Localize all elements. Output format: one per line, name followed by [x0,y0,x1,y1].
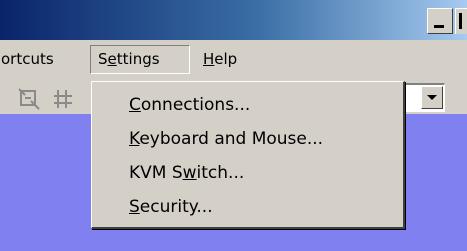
menu-settings-label-post: ttings [116,50,160,68]
menu-help-label-post: elp [214,50,238,68]
menu-bar: ortcuts Settings Help [0,40,467,80]
menu-item-kvm-switch-label: itch... [196,163,245,183]
menu-settings-accel: e [107,50,117,68]
chevron-down-icon [427,95,437,100]
menu-item-keyboard-mouse-label: eyboard and Mouse... [139,129,324,149]
maximize-button[interactable] [455,8,467,34]
menu-item-security[interactable]: Security... [92,190,403,224]
minimize-button[interactable] [427,8,453,34]
menu-item-keyboard-mouse[interactable]: Keyboard and Mouse... [92,122,403,156]
menu-item-connections-label: onnections... [140,95,251,115]
menu-item-security-accel: S [129,197,140,217]
menu-item-kvm-switch-accel: w [182,163,197,183]
combo-dropdown-button[interactable] [421,86,443,109]
menu-item-kvm-switch-pre: KVM S [129,163,183,183]
maximize-icon [459,13,462,29]
menu-item-security-label: ecurity... [139,197,213,217]
fit-screen-icon[interactable] [18,88,40,110]
menu-item-connections[interactable]: Connections... [92,88,403,122]
grid-icon[interactable] [52,88,72,110]
menu-item-kvm-switch[interactable]: KVM Switch... [92,156,403,190]
menu-item-connections-accel: C [129,95,141,115]
settings-dropdown-menu: Connections... Keyboard and Mouse... KVM… [91,81,405,229]
menu-shortcuts-label: ortcuts [1,50,54,68]
menu-settings[interactable]: Settings [90,45,190,74]
menu-shortcuts[interactable]: ortcuts [0,45,61,74]
menu-settings-label-pre: S [98,50,108,68]
title-bar [0,0,467,40]
menu-item-keyboard-mouse-accel: K [129,129,140,149]
menu-help-accel: H [203,50,215,68]
menu-help[interactable]: Help [196,45,244,74]
minimize-icon [434,25,444,28]
